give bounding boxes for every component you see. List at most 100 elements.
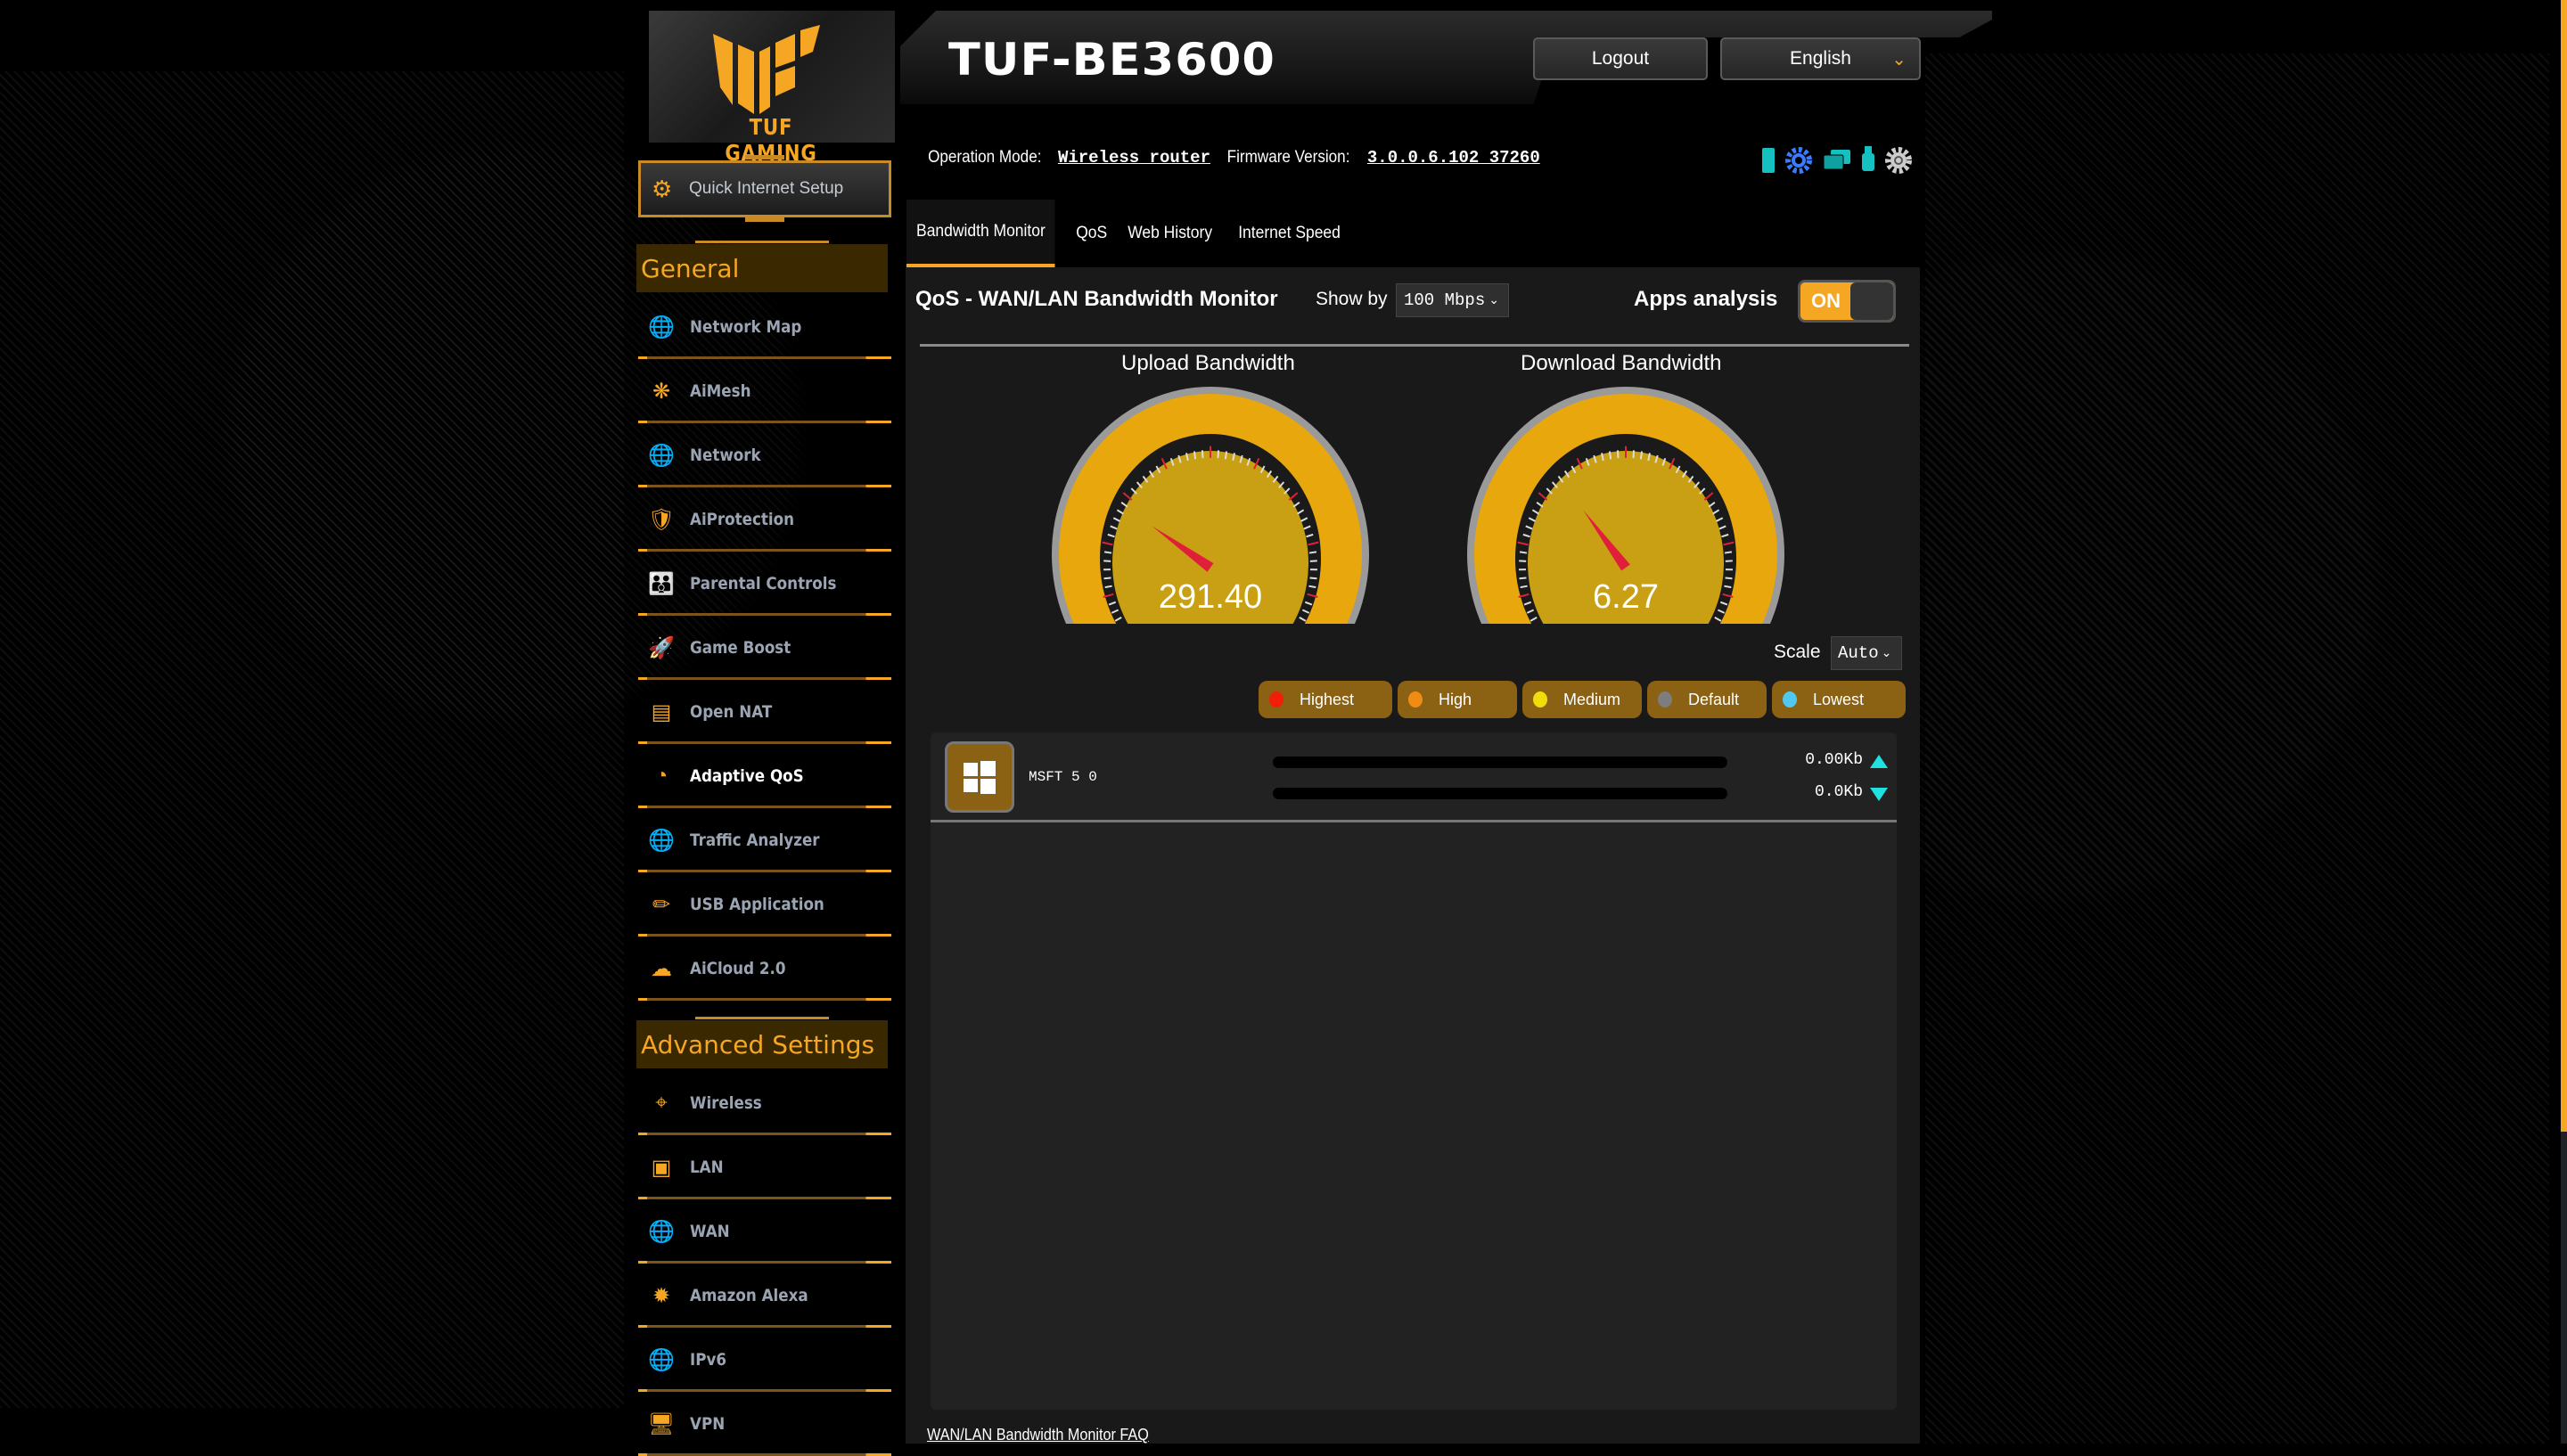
sidebar-item-wan[interactable]: 🌐WAN — [636, 1199, 891, 1264]
gauge-tick — [1618, 450, 1619, 458]
show-by-select[interactable]: 100 Mbps⌄ — [1396, 283, 1509, 317]
system-settings-icon[interactable] — [1884, 146, 1913, 175]
firmware-label: Firmware Version: — [1227, 148, 1350, 168]
sidebar-item-label: Amazon Alexa — [690, 1286, 808, 1305]
tab-bar: Bandwidth Monitor QoS Web History Intern… — [906, 200, 1358, 267]
priority-label: Highest — [1300, 691, 1354, 709]
sidebar-item-label: Network — [690, 446, 761, 465]
client-app-icon[interactable] — [945, 741, 1014, 813]
download-gauge: 6.27 — [1465, 385, 1786, 624]
sidebar-item-ipv6[interactable]: 🌐IPv6 — [636, 1328, 891, 1392]
windows-icon — [962, 759, 997, 795]
tuf-logo-icon — [713, 25, 829, 114]
upload-gauge-label: Upload Bandwidth — [1121, 351, 1295, 376]
wifi-icon: ⌖ — [649, 1091, 674, 1116]
sidebar-item-label: AiMesh — [690, 381, 751, 401]
tab-internet-speed[interactable]: Internet Speed — [1230, 200, 1349, 267]
sidebar-item-label: IPv6 — [690, 1350, 726, 1370]
sidebar-item-label: VPN — [690, 1414, 725, 1434]
logout-button[interactable]: Logout — [1533, 37, 1708, 80]
sidebar-item-open-nat[interactable]: ▤Open NAT — [636, 680, 891, 744]
show-by-value: 100 Mbps — [1404, 290, 1485, 310]
sidebar-item-traffic-analyzer[interactable]: 🌐Traffic Analyzer — [636, 808, 891, 872]
gauge-tick — [1103, 560, 1111, 561]
sidebar-item-game-boost[interactable]: 🚀 Game Boost — [636, 616, 891, 680]
server-gamepad-icon: ▤ — [649, 699, 674, 724]
alexa-icon: ✹ — [649, 1283, 674, 1308]
client-download-bar — [1273, 788, 1727, 799]
model-title: TUF-BE3600 — [948, 34, 1275, 86]
sidebar-item-label: AiCloud 2.0 — [690, 959, 785, 978]
chevron-down-icon: ⌄ — [1882, 646, 1892, 661]
tab-web-history[interactable]: Web History — [1119, 200, 1220, 267]
sidebar-item-aiprotection[interactable]: 🛡AiProtection — [636, 487, 891, 552]
cloud-icon: ☁ — [649, 956, 674, 981]
settings-gear-icon[interactable] — [1784, 146, 1813, 175]
page-scrollbar[interactable] — [2561, 0, 2567, 1132]
gauge-tick — [1310, 577, 1317, 578]
client-name: MSFT 5 0 — [1029, 769, 1097, 785]
sidebar-item-wireless[interactable]: ⌖Wireless — [636, 1071, 891, 1135]
priority-dot-icon — [1408, 691, 1423, 708]
scale-select[interactable]: Auto⌄ — [1831, 636, 1902, 670]
sidebar-item-aicloud[interactable]: ☁ AiCloud 2.0 — [636, 937, 891, 1001]
tab-qos[interactable]: QoS — [1068, 200, 1115, 267]
scrollbar-track[interactable] — [2561, 1132, 2567, 1444]
language-select[interactable]: English ⌄ — [1720, 37, 1921, 80]
decor — [745, 155, 784, 160]
gauge-tick — [1202, 450, 1203, 458]
background-camo-left — [0, 71, 624, 1408]
client-row-divider — [931, 820, 1897, 822]
priority-lowest[interactable]: Lowest — [1772, 681, 1906, 718]
operation-info: Operation Mode: Wireless router Firmware… — [922, 148, 1540, 168]
priority-dot-icon — [1533, 691, 1547, 708]
firmware-link[interactable]: 3.0.0.6.102_37260 — [1367, 148, 1540, 168]
sidebar-section-advanced: Advanced Settings — [636, 1020, 888, 1068]
gauge-tick — [1641, 452, 1642, 460]
faq-link[interactable]: WAN/LAN Bandwidth Monitor FAQ — [927, 1426, 1149, 1444]
priority-dot-icon — [1658, 691, 1672, 708]
sidebar-item-label: USB Application — [690, 895, 824, 914]
download-arrow-icon — [1870, 788, 1888, 801]
sidebar-item-adaptive-qos[interactable]: ◔Adaptive QoS — [636, 744, 891, 808]
sidebar-item-usb-application[interactable]: ✏ USB Application — [636, 872, 891, 937]
usb-drive-icon: ✏ — [649, 892, 674, 917]
scale-label: Scale — [1774, 642, 1821, 663]
apps-analysis-toggle[interactable]: ON — [1798, 280, 1896, 323]
gauge-tick — [1726, 560, 1733, 561]
client-list — [931, 732, 1897, 1410]
mobile-app-icon[interactable] — [1761, 147, 1776, 174]
sidebar-item-network-map[interactable]: 🌐Network Map — [636, 295, 891, 359]
priority-default[interactable]: Default — [1647, 681, 1767, 718]
network-devices-icon[interactable] — [1822, 148, 1852, 173]
gauge-tick — [1194, 452, 1195, 460]
usb-icon[interactable] — [1861, 146, 1875, 175]
sidebar-item-label: Game Boost — [690, 638, 791, 658]
gauge-tick — [1726, 577, 1733, 578]
priority-dot-icon — [1783, 691, 1797, 708]
priority-label: Default — [1688, 691, 1739, 709]
client-upload-bar — [1273, 757, 1727, 768]
priority-medium[interactable]: Medium — [1522, 681, 1642, 718]
vpn-monitor-icon: 🖥 — [649, 1411, 674, 1436]
download-gauge-label: Download Bandwidth — [1521, 351, 1721, 376]
sidebar-item-amazon-alexa[interactable]: ✹ Amazon Alexa — [636, 1264, 891, 1328]
priority-high[interactable]: High — [1398, 681, 1517, 718]
sidebar-item-vpn[interactable]: 🖥 VPN — [636, 1392, 891, 1456]
divider — [920, 344, 1909, 347]
tab-bandwidth-monitor[interactable]: Bandwidth Monitor — [906, 200, 1055, 267]
sidebar-item-label: LAN — [690, 1157, 724, 1177]
client-download-rate: 0.0Kb — [1720, 783, 1863, 801]
rocket-icon: 🚀 — [649, 635, 674, 660]
op-mode-link[interactable]: Wireless router — [1058, 148, 1210, 168]
shield-lock-icon: 🛡 — [649, 507, 674, 532]
sidebar-item-lan[interactable]: ▣LAN — [636, 1135, 891, 1199]
sidebar-item-network[interactable]: 🌐Network — [636, 423, 891, 487]
status-icons — [1761, 146, 1913, 175]
quick-internet-setup-label: Quick Internet Setup — [689, 179, 843, 199]
priority-label: Medium — [1563, 691, 1620, 709]
quick-internet-setup-button[interactable]: ⚙ Quick Internet Setup — [638, 160, 891, 217]
priority-highest[interactable]: Highest — [1259, 681, 1392, 718]
sidebar-item-parental-controls[interactable]: 👪Parental Controls — [636, 552, 891, 616]
sidebar-item-aimesh[interactable]: ❋AiMesh — [636, 359, 891, 423]
